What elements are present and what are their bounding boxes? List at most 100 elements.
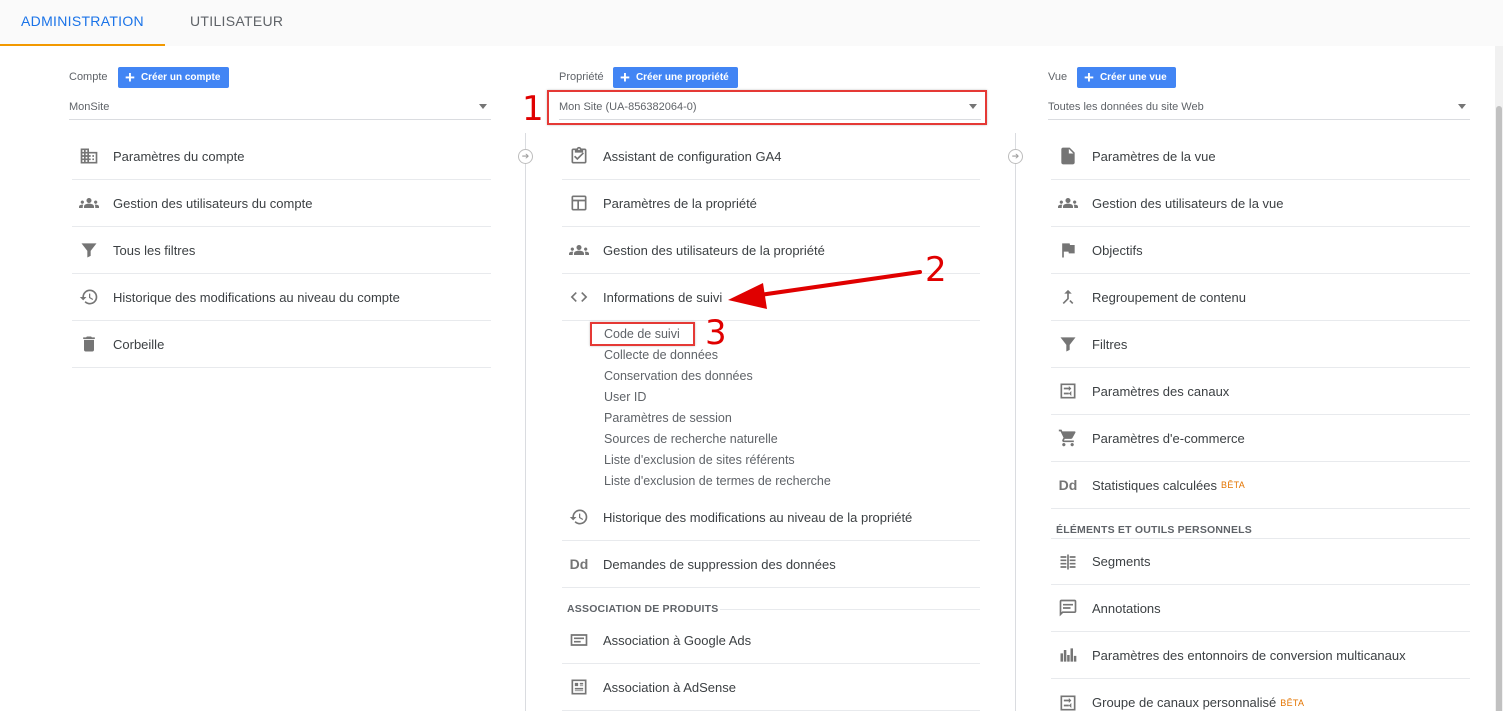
item-label: Gestion des utilisateurs de la propriété xyxy=(603,242,825,258)
property-column-label: Propriété xyxy=(559,71,604,83)
adsense-linking-item[interactable]: Association à AdSense xyxy=(562,664,980,711)
data-collection-link[interactable]: Collecte de données xyxy=(604,348,718,362)
item-label: Assistant de configuration GA4 xyxy=(603,148,782,164)
ads-icon xyxy=(567,628,591,652)
beta-badge: BÊTA xyxy=(1221,480,1246,490)
scrollbar-thumb[interactable] xyxy=(1496,106,1502,711)
item-label: Paramètres des canaux xyxy=(1092,383,1230,399)
item-label: Objectifs xyxy=(1092,242,1143,258)
product-linking-section-title: ASSOCIATION DE PRODUITS xyxy=(567,603,719,615)
dropdown-caret-icon xyxy=(1458,104,1466,109)
ga4-setup-item[interactable]: Assistant de configuration GA4 xyxy=(562,133,980,180)
personal-tools-section-title: ÉLÉMENTS ET OUTILS PERSONNELS xyxy=(1056,524,1252,536)
view-column-label: Vue xyxy=(1048,71,1068,83)
channels-icon xyxy=(1056,379,1080,403)
create-account-label: Créer un compte xyxy=(140,72,221,83)
adsense-icon xyxy=(567,675,591,699)
data-deletion-item[interactable]: Dd Demandes de suppression des données xyxy=(562,541,980,588)
create-account-button[interactable]: + Créer un compte xyxy=(118,67,230,88)
organic-search-sources-link[interactable]: Sources de recherche naturelle xyxy=(604,432,778,446)
create-view-button[interactable]: + Créer une vue xyxy=(1077,67,1176,88)
tab-administration[interactable]: ADMINISTRATION xyxy=(0,0,165,46)
trash-icon xyxy=(77,332,101,356)
column-divider xyxy=(525,133,526,711)
segments-item[interactable]: Segments xyxy=(1051,538,1470,585)
search-term-exclusion-link[interactable]: Liste d'exclusion de termes de recherche xyxy=(604,474,831,488)
layout-icon xyxy=(567,191,591,215)
annotation-box-1 xyxy=(547,90,987,125)
item-label: Statistiques calculées xyxy=(1092,477,1218,493)
history-icon xyxy=(567,505,591,529)
item-label: Gestion des utilisateurs du compte xyxy=(113,195,313,211)
account-filters-item[interactable]: Tous les filtres xyxy=(72,227,491,274)
arrow-right-circle-icon: ➔ xyxy=(1008,149,1023,164)
view-settings-item[interactable]: Paramètres de la vue xyxy=(1051,133,1470,180)
dd-icon: Dd xyxy=(1058,477,1078,493)
annotations-item[interactable]: Annotations xyxy=(1051,585,1470,632)
account-selector[interactable]: MonSite xyxy=(69,94,491,120)
plus-icon: + xyxy=(1084,67,1094,87)
session-settings-link[interactable]: Paramètres de session xyxy=(604,411,732,425)
account-users-item[interactable]: Gestion des utilisateurs du compte xyxy=(72,180,491,227)
column-divider xyxy=(1015,133,1016,711)
plus-icon: + xyxy=(125,67,135,87)
tab-utilisateur[interactable]: UTILISATEUR xyxy=(190,0,283,46)
account-trash-item[interactable]: Corbeille xyxy=(72,321,491,368)
view-users-item[interactable]: Gestion des utilisateurs de la vue xyxy=(1051,180,1470,227)
flag-icon xyxy=(1056,238,1080,262)
bar-chart-icon xyxy=(1056,643,1080,667)
property-settings-item[interactable]: Paramètres de la propriété xyxy=(562,180,980,227)
item-label: Paramètres des entonnoirs de conversion … xyxy=(1092,647,1406,663)
item-label: Corbeille xyxy=(113,336,165,352)
user-id-link[interactable]: User ID xyxy=(604,390,646,404)
account-selected-value: MonSite xyxy=(69,100,110,113)
scrollbar[interactable] xyxy=(1495,46,1503,711)
view-selected-value: Toutes les données du site Web xyxy=(1048,100,1204,113)
account-settings-item[interactable]: Paramètres du compte xyxy=(72,133,491,180)
content-grouping-item[interactable]: Regroupement de contenu xyxy=(1051,274,1470,321)
create-property-button[interactable]: + Créer une propriété xyxy=(613,67,738,88)
item-label: Paramètres de la propriété xyxy=(603,195,757,211)
dropdown-caret-icon xyxy=(479,104,487,109)
ecommerce-settings-item[interactable]: Paramètres d'e-commerce xyxy=(1051,415,1470,462)
calculated-metrics-item[interactable]: Dd Statistiques calculées BÊTA xyxy=(1051,462,1470,509)
view-filters-item[interactable]: Filtres xyxy=(1051,321,1470,368)
channels-icon xyxy=(1056,691,1080,711)
annotation-icon xyxy=(1056,596,1080,620)
item-label: Association à AdSense xyxy=(603,679,736,695)
account-history-item[interactable]: Historique des modifications au niveau d… xyxy=(72,274,491,321)
item-label: Paramètres d'e-commerce xyxy=(1092,430,1245,446)
channel-settings-item[interactable]: Paramètres des canaux xyxy=(1051,368,1470,415)
item-label: Informations de suivi xyxy=(603,289,723,305)
item-label: Demandes de suppression des données xyxy=(603,556,836,572)
document-icon xyxy=(1056,144,1080,168)
code-icon xyxy=(567,285,591,309)
property-history-item[interactable]: Historique des modifications au niveau d… xyxy=(562,494,980,541)
filter-icon xyxy=(1056,332,1080,356)
multichannel-funnels-item[interactable]: Paramètres des entonnoirs de conversion … xyxy=(1051,632,1470,679)
building-icon xyxy=(77,144,101,168)
item-label: Tous les filtres xyxy=(113,242,196,258)
dd-icon: Dd xyxy=(569,556,589,572)
top-tab-bar: ADMINISTRATION UTILISATEUR xyxy=(0,0,1503,46)
goals-item[interactable]: Objectifs xyxy=(1051,227,1470,274)
account-column-label: Compte xyxy=(69,71,108,83)
arrow-right-circle-icon: ➔ xyxy=(518,149,533,164)
annotation-box-3 xyxy=(590,322,695,346)
data-retention-link[interactable]: Conservation des données xyxy=(604,369,753,383)
google-ads-linking-item[interactable]: Association à Google Ads xyxy=(562,617,980,664)
merge-icon xyxy=(1056,285,1080,309)
custom-channel-grouping-item[interactable]: Groupe de canaux personnalisé BÊTA xyxy=(1051,679,1470,711)
view-selector[interactable]: Toutes les données du site Web xyxy=(1048,94,1470,120)
clipboard-check-icon xyxy=(567,144,591,168)
item-label: Historique des modifications au niveau d… xyxy=(603,509,913,525)
annotation-number-3: 3 xyxy=(705,313,727,353)
annotation-number-2: 2 xyxy=(925,250,947,290)
referral-exclusion-link[interactable]: Liste d'exclusion de sites référents xyxy=(604,453,795,467)
history-icon xyxy=(77,285,101,309)
create-view-label: Créer une vue xyxy=(1099,72,1167,83)
segments-icon xyxy=(1056,550,1080,574)
item-label: Paramètres de la vue xyxy=(1092,148,1216,164)
plus-icon: + xyxy=(620,67,630,87)
annotation-arrow-icon xyxy=(728,270,922,309)
